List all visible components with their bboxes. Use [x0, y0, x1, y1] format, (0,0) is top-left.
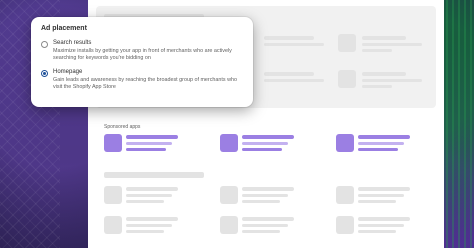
- option-text: Homepage Gain leads and awareness by rea…: [53, 69, 243, 92]
- placeholder-bar: [362, 85, 392, 88]
- search-results-radio[interactable]: [41, 41, 48, 48]
- placeholder-bar: [362, 43, 422, 46]
- placeholder-bar: [358, 230, 396, 233]
- option-description: Gain leads and awareness by reaching the…: [53, 76, 237, 90]
- placeholder-section-heading: [104, 172, 204, 178]
- sponsored-app-desc: [126, 148, 166, 151]
- placeholder-bar: [126, 224, 172, 227]
- placeholder-bar: [242, 230, 280, 233]
- option-search-results[interactable]: Search results Maximize installs by gett…: [41, 40, 243, 63]
- placeholder-bar: [242, 187, 294, 191]
- placeholder-bar: [126, 194, 172, 197]
- placeholder-bar: [362, 36, 406, 40]
- placeholder-bar: [362, 72, 406, 76]
- popover-title: Ad placement: [41, 25, 87, 32]
- placeholder-bar: [242, 224, 288, 227]
- placeholder-bar: [264, 79, 324, 82]
- placeholder-bar: [242, 194, 288, 197]
- option-label: Search results: [53, 40, 92, 46]
- placeholder-icon: [104, 216, 122, 234]
- placeholder-bar: [264, 72, 314, 76]
- sponsored-app-meta: [126, 142, 172, 145]
- placeholder-bar: [126, 187, 178, 191]
- placeholder-bar: [362, 79, 422, 82]
- placeholder-bar: [358, 224, 404, 227]
- placeholder-bar: [264, 36, 314, 40]
- placeholder-icon: [336, 216, 354, 234]
- placeholder-icon: [338, 70, 356, 88]
- sponsored-app-icon[interactable]: [220, 134, 238, 152]
- placeholder-icon: [338, 34, 356, 52]
- sponsored-app-title: [358, 135, 410, 139]
- placeholder-bar: [242, 200, 280, 203]
- option-description: Maximize installs by getting your app in…: [53, 48, 232, 62]
- placeholder-bar: [358, 194, 404, 197]
- placeholder-bar: [362, 49, 392, 52]
- placeholder-bar: [126, 217, 178, 221]
- sponsored-app-icon[interactable]: [104, 134, 122, 152]
- placeholder-bar: [126, 230, 164, 233]
- sponsored-apps-heading: Sponsored apps: [104, 124, 141, 130]
- sponsored-app-icon[interactable]: [336, 134, 354, 152]
- placeholder-icon: [104, 186, 122, 204]
- placeholder-bar: [242, 217, 294, 221]
- ad-placement-popover: Ad placement Search results Maximize ins…: [31, 17, 253, 107]
- placeholder-bar: [264, 43, 324, 46]
- sponsored-app-title: [242, 135, 294, 139]
- option-homepage[interactable]: Homepage Gain leads and awareness by rea…: [41, 69, 243, 92]
- sponsored-app-meta: [358, 142, 404, 145]
- placeholder-bar: [358, 200, 396, 203]
- sponsored-app-desc: [358, 148, 398, 151]
- sponsored-app-desc: [242, 148, 282, 151]
- placeholder-icon: [220, 216, 238, 234]
- placeholder-icon: [336, 186, 354, 204]
- placeholder-bar: [358, 217, 410, 221]
- sponsored-app-meta: [242, 142, 288, 145]
- option-text: Search results Maximize installs by gett…: [53, 40, 243, 63]
- placeholder-icon: [220, 186, 238, 204]
- placeholder-bar: [126, 200, 164, 203]
- placeholder-bar: [358, 187, 410, 191]
- option-label: Homepage: [53, 68, 83, 75]
- homepage-radio[interactable]: [41, 69, 48, 77]
- sponsored-app-title: [126, 135, 178, 139]
